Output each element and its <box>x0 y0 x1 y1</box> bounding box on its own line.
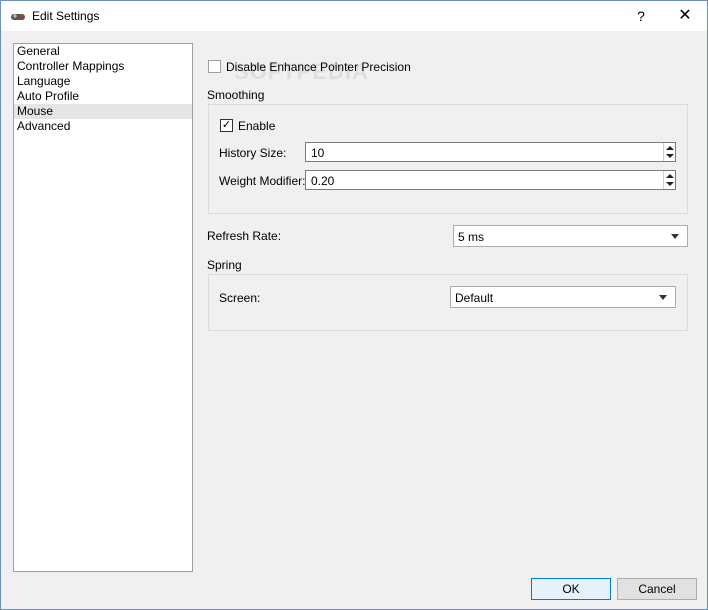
screen-select[interactable]: Default <box>450 286 676 308</box>
nav-item-auto-profile[interactable]: Auto Profile <box>14 89 192 104</box>
gamepad-icon <box>11 14 25 20</box>
disable-pointer-precision-checkbox[interactable] <box>208 60 221 73</box>
settings-category-list[interactable]: General Controller Mappings Language Aut… <box>13 43 193 572</box>
history-size-value: 10 <box>311 146 325 160</box>
history-size-stepper[interactable] <box>663 143 675 161</box>
weight-modifier-stepper[interactable] <box>663 171 675 189</box>
refresh-rate-label: Refresh Rate: <box>207 229 282 243</box>
history-size-spinbox[interactable]: 10 <box>305 142 676 162</box>
weight-modifier-spinbox[interactable]: 0.20 <box>305 170 676 190</box>
nav-item-mouse[interactable]: Mouse <box>14 104 192 119</box>
refresh-rate-value: 5 ms <box>458 230 485 244</box>
nav-item-language[interactable]: Language <box>14 74 192 89</box>
ok-button[interactable]: OK <box>531 578 611 600</box>
weight-modifier-label: Weight Modifier: <box>219 174 306 188</box>
nav-item-advanced[interactable]: Advanced <box>14 119 192 134</box>
weight-modifier-value: 0.20 <box>311 174 335 188</box>
chevron-down-icon <box>659 295 667 300</box>
title-bar[interactable]: Edit Settings ? ✕ <box>1 1 707 31</box>
edit-settings-dialog: Edit Settings ? ✕ General Controller Map… <box>0 0 708 610</box>
chevron-down-icon[interactable] <box>666 182 674 186</box>
spring-group-title: Spring <box>207 258 242 272</box>
nav-item-general[interactable]: General <box>14 44 192 59</box>
screen-label: Screen: <box>219 291 261 305</box>
smoothing-group-title: Smoothing <box>207 88 265 102</box>
history-size-label: History Size: <box>219 146 287 160</box>
cancel-button[interactable]: Cancel <box>617 578 697 600</box>
smoothing-enable-checkbox[interactable]: ✓ <box>220 119 233 132</box>
chevron-down-icon <box>671 234 679 239</box>
smoothing-enable-label: Enable <box>238 119 276 133</box>
chevron-down-icon[interactable] <box>666 154 674 158</box>
close-button[interactable]: ✕ <box>663 1 707 31</box>
help-button[interactable]: ? <box>623 1 659 31</box>
nav-item-controller-mappings[interactable]: Controller Mappings <box>14 59 192 74</box>
chevron-up-icon[interactable] <box>666 174 674 178</box>
chevron-up-icon[interactable] <box>666 146 674 150</box>
refresh-rate-select[interactable]: 5 ms <box>453 225 688 247</box>
screen-value: Default <box>455 291 494 305</box>
window-title: Edit Settings <box>32 9 100 23</box>
disable-pointer-precision-label: Disable Enhance Pointer Precision <box>226 60 411 74</box>
